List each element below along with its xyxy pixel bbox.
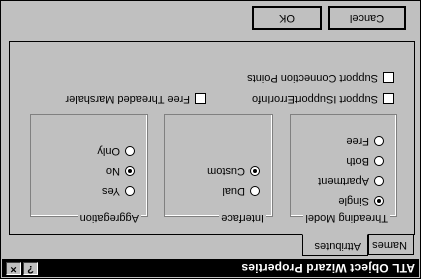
checkbox-free-threaded-marshaler[interactable]: Free Threaded Marshaler	[65, 93, 206, 105]
threading-model-label: Threading Model	[303, 212, 390, 224]
radio-single-dot	[374, 196, 384, 206]
help-icon[interactable]: ?	[23, 262, 38, 275]
tab-names-label: Names	[372, 239, 407, 251]
radio-only-label: Only	[97, 145, 120, 157]
checkbox-support-connection-points-box	[383, 72, 394, 84]
checkbox-support-isupporterrorinfo[interactable]: Support ISupportErrorInfo	[252, 93, 394, 105]
aggregation-group: Aggregation Yes No Only	[30, 114, 148, 224]
checkbox-support-isupporterrorinfo-box	[383, 93, 394, 105]
radio-single-label: Single	[338, 195, 369, 207]
radio-yes-label: Yes	[102, 185, 120, 197]
atl-object-wizard-dialog: ATL Object Wizard Properties ? × Names A…	[0, 0, 421, 279]
interface-group: Interface Dual Custom	[164, 114, 273, 224]
interface-label: Interface	[219, 212, 266, 224]
ok-button[interactable]: OK	[252, 6, 322, 30]
radio-free-label: Free	[346, 135, 369, 147]
radio-both-label: Both	[346, 155, 369, 167]
radio-both-dot	[374, 156, 384, 166]
tab-attributes[interactable]: Attributes	[302, 234, 368, 256]
radio-apartment[interactable]: Apartment	[318, 175, 384, 187]
radio-custom-label: Custom	[207, 165, 245, 177]
checkbox-free-threaded-marshaler-label: Free Threaded Marshaler	[65, 93, 190, 105]
radio-only-dot	[125, 146, 135, 156]
radio-apartment-label: Apartment	[318, 175, 369, 187]
radio-free-dot	[374, 136, 384, 146]
attributes-panel: Threading Model Single Apartment Both Fr…	[9, 41, 415, 235]
radio-no[interactable]: No	[106, 165, 135, 177]
radio-apartment-dot	[374, 176, 384, 186]
radio-no-label: No	[105, 165, 120, 177]
checkbox-support-connection-points[interactable]: Support Connection Points	[247, 72, 394, 84]
radio-no-dot	[125, 166, 135, 176]
window-title: ATL Object Wizard Properties	[241, 261, 415, 275]
radio-dual[interactable]: Dual	[222, 185, 260, 197]
tab-attributes-label: Attributes	[314, 240, 361, 252]
radio-yes[interactable]: Yes	[102, 185, 135, 197]
checkbox-support-isupporterrorinfo-label: Support ISupportErrorInfo	[252, 93, 378, 105]
cancel-button[interactable]: Cancel	[328, 6, 406, 30]
aggregation-label: Aggregation	[77, 212, 141, 224]
close-icon[interactable]: ×	[6, 262, 21, 275]
threading-model-group: Threading Model Single Apartment Both Fr…	[290, 114, 397, 224]
tab-names[interactable]: Names	[368, 235, 414, 255]
radio-both[interactable]: Both	[346, 155, 384, 167]
radio-custom-dot	[250, 166, 260, 176]
radio-only[interactable]: Only	[97, 145, 135, 157]
checkbox-free-threaded-marshaler-box	[195, 93, 206, 105]
checkbox-support-connection-points-label: Support Connection Points	[247, 72, 378, 84]
radio-single[interactable]: Single	[338, 195, 384, 207]
radio-free[interactable]: Free	[346, 135, 384, 147]
radio-custom[interactable]: Custom	[207, 165, 260, 177]
title-bar[interactable]: ATL Object Wizard Properties ? ×	[2, 259, 419, 277]
radio-dual-label: Dual	[222, 185, 245, 197]
radio-yes-dot	[125, 186, 135, 196]
radio-dual-dot	[250, 186, 260, 196]
screen-rotated: ATL Object Wizard Properties ? × Names A…	[0, 0, 421, 279]
